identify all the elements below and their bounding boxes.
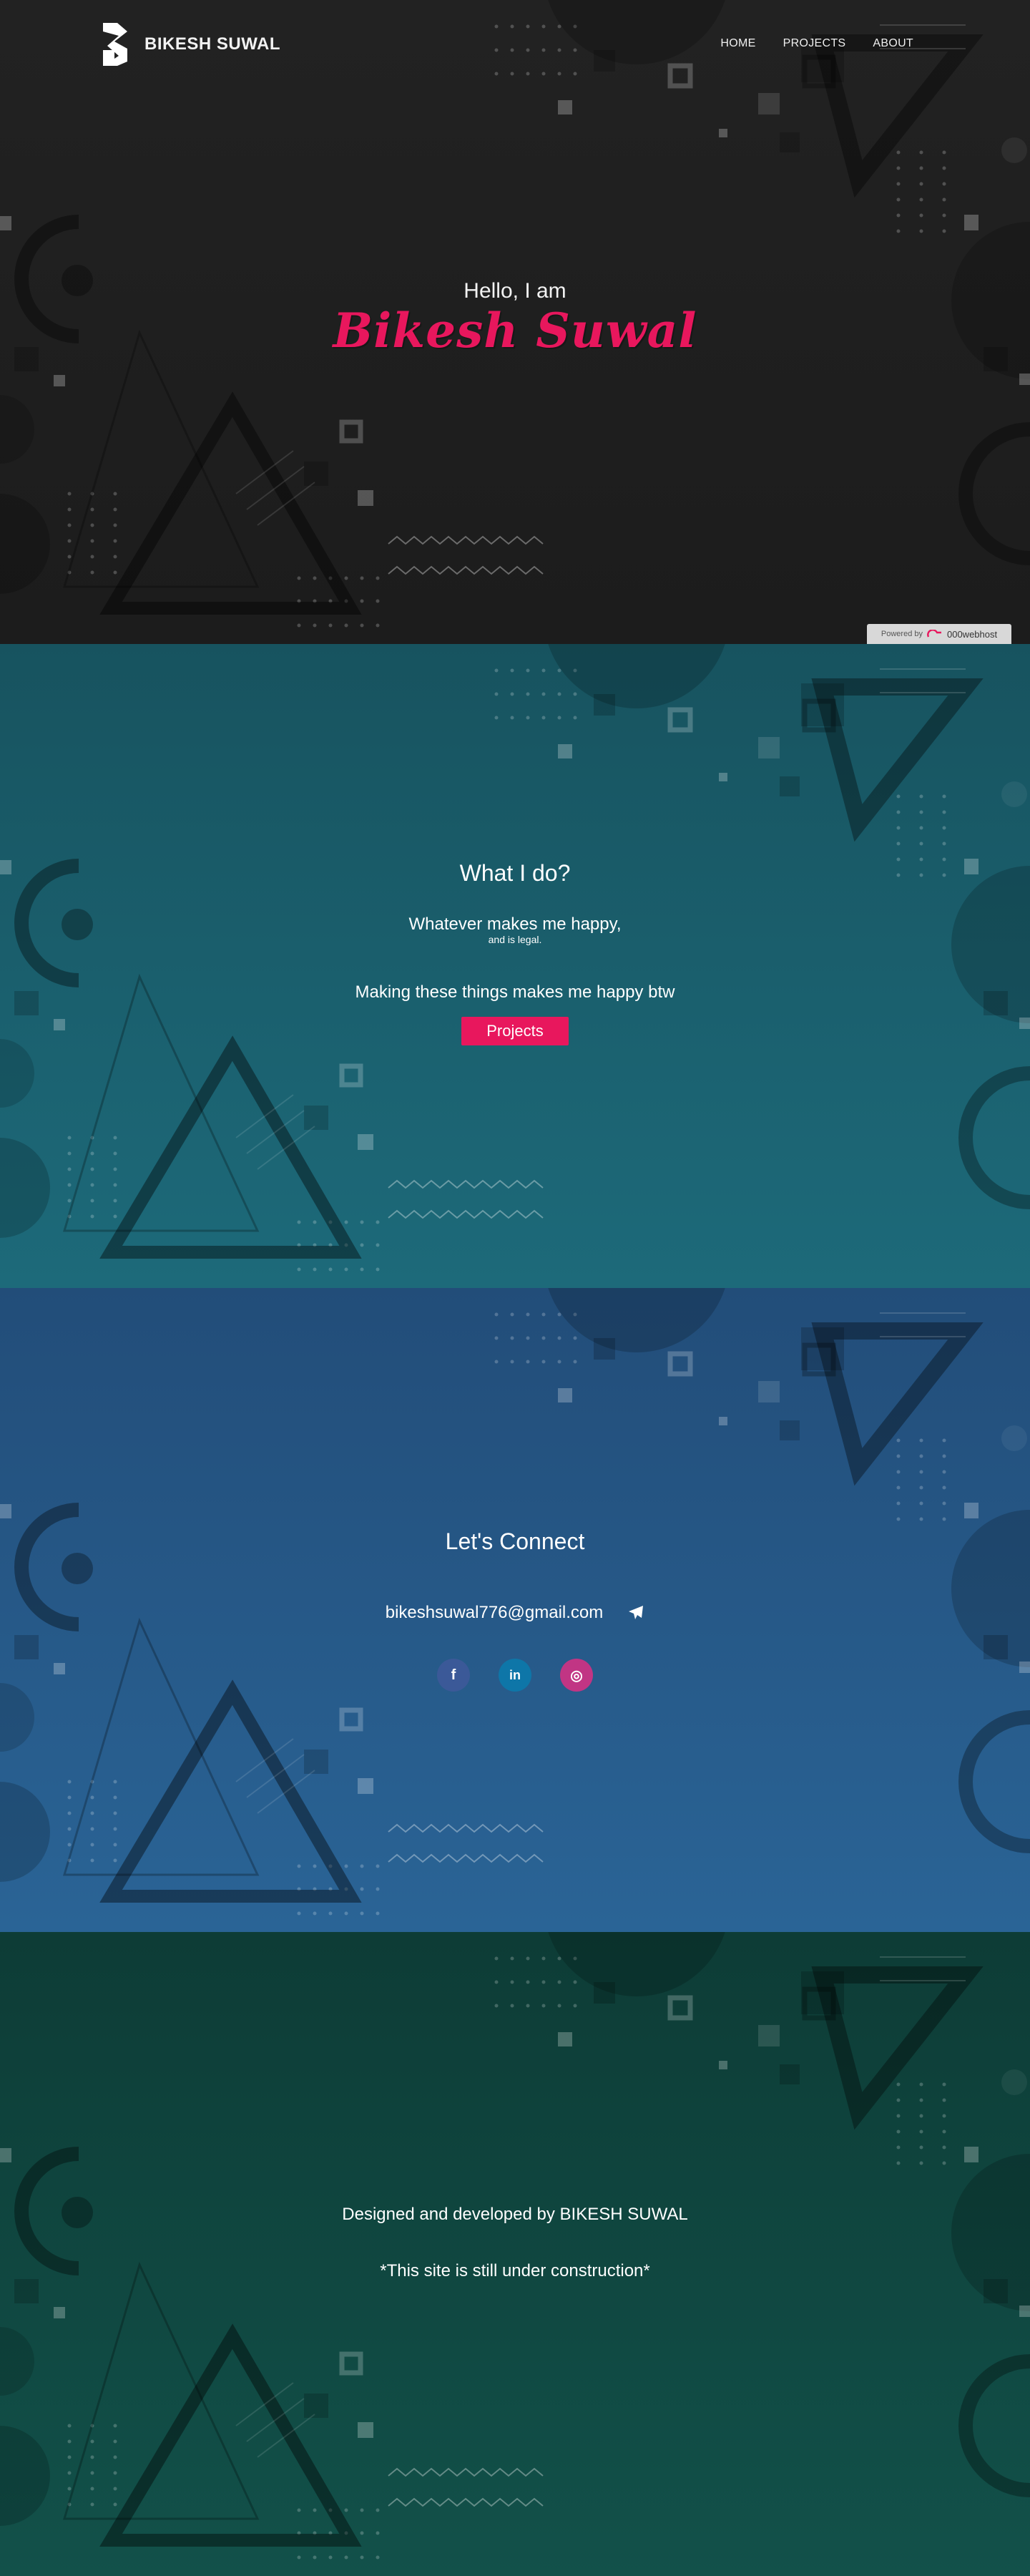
what-i-do-section: What I do? Whatever makes me happy, and … (0, 644, 1030, 1288)
background-pattern (0, 1932, 1030, 2576)
paper-plane-icon[interactable] (627, 1604, 644, 1621)
nav-about[interactable]: ABOUT (873, 37, 913, 50)
projects-button[interactable]: Projects (461, 1017, 569, 1045)
instagram-icon[interactable]: ◎ (560, 1659, 593, 1692)
construction-notice: *This site is still under construction* (380, 2261, 650, 2280)
hero-section: BIKESH SUWAL HOME PROJECTS ABOUT Hello, … (0, 0, 1030, 644)
background-pattern (0, 644, 1030, 1288)
brand-logo-icon[interactable] (100, 21, 132, 67)
main-nav: HOME PROJECTS ABOUT (720, 37, 913, 50)
connect-section: Let's Connect bikeshsuwal776@gmail.com f… (0, 1288, 1030, 1932)
facebook-icon[interactable]: f (437, 1659, 470, 1692)
connect-title: Let's Connect (445, 1528, 585, 1554)
webhost-logo-icon (927, 630, 941, 638)
what-i-do-title: What I do? (459, 860, 571, 886)
email-address[interactable]: bikeshsuwal776@gmail.com (386, 1603, 604, 1623)
hero-greeting: Hello, I am (464, 279, 566, 303)
powered-by-label: Powered by (881, 630, 923, 638)
what-i-do-line2: Making these things makes me happy btw (355, 982, 675, 1002)
social-links: f in ◎ (0, 1659, 1030, 1692)
nav-home[interactable]: HOME (720, 37, 755, 50)
what-i-do-line1: Whatever makes me happy, (408, 914, 622, 934)
brand-name[interactable]: BIKESH SUWAL (144, 34, 280, 54)
powered-by-badge[interactable]: Powered by 000webhost (867, 624, 1011, 644)
footer-credit: Designed and developed by BIKESH SUWAL (342, 2205, 688, 2224)
linkedin-icon[interactable]: in (499, 1659, 531, 1692)
powered-by-brand: 000webhost (946, 628, 998, 640)
what-i-do-line1-sub: and is legal. (488, 934, 542, 945)
email-row: bikeshsuwal776@gmail.com (0, 1603, 1030, 1623)
hero-name: Bikesh Suwal (333, 303, 697, 358)
footer-section: Designed and developed by BIKESH SUWAL *… (0, 1932, 1030, 2576)
nav-projects[interactable]: PROJECTS (783, 37, 846, 50)
